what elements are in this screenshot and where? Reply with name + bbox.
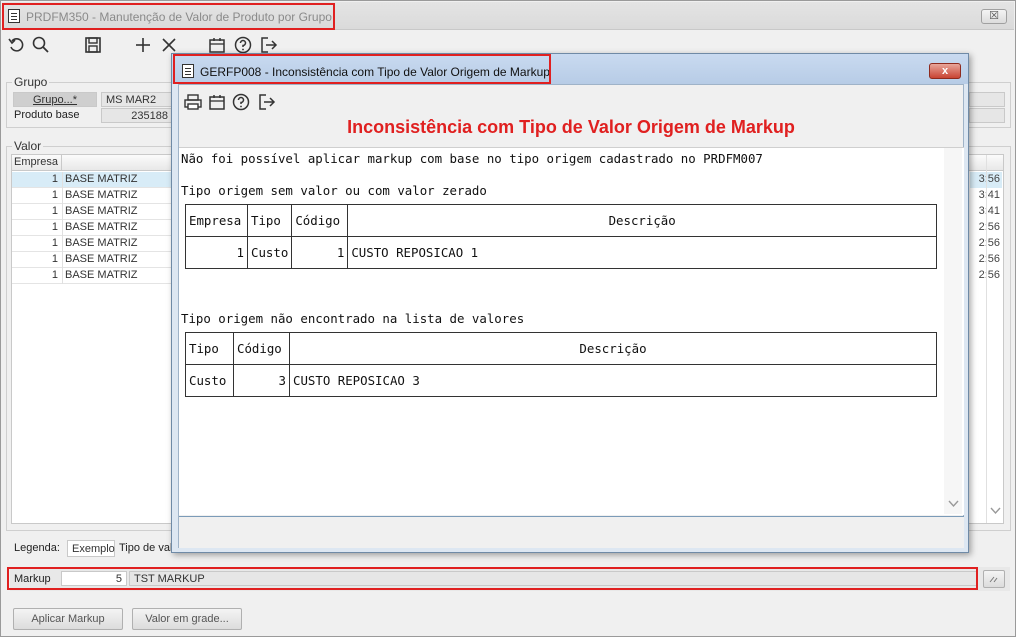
lookup-icon — [989, 576, 998, 583]
cell-nome: BASE MATRIZ — [62, 268, 172, 284]
produto-base-field[interactable]: 235188 — [101, 108, 173, 123]
message-line: Não foi possível aplicar markup com base… — [181, 151, 763, 166]
th-codigo: Código — [233, 332, 290, 365]
cell-nome: BASE MATRIZ — [62, 188, 172, 204]
exit-icon[interactable] — [259, 35, 279, 55]
close-icon[interactable] — [159, 35, 179, 55]
table-nao-encontrado: Tipo Código Descrição Custo 3 CUSTO REPO… — [185, 332, 937, 397]
cell-empresa: 1 — [51, 237, 58, 249]
chevron-down-icon[interactable] — [990, 507, 1001, 515]
add-icon[interactable] — [133, 35, 153, 55]
cell-tipo: Custo — [246, 236, 293, 269]
cell-empresa: 1 — [51, 253, 58, 265]
legenda-exemplo: Exemplo — [67, 540, 115, 557]
help-icon[interactable] — [231, 92, 251, 112]
produto-base-label: Produto base — [14, 109, 80, 121]
table-header-row: Tipo Código Descrição — [185, 332, 937, 365]
legenda-tipo-label: Tipo de val — [119, 542, 173, 554]
cell-empresa: 1 — [185, 236, 248, 269]
th-descricao: Descrição — [289, 332, 937, 365]
grid-scrollbar[interactable] — [986, 155, 1003, 523]
exit-icon[interactable] — [257, 92, 277, 112]
valor-legend: Valor — [12, 139, 44, 153]
produto-right-field — [969, 108, 1005, 123]
cell-nome: BASE MATRIZ — [62, 220, 172, 236]
table-row[interactable]: 1 BASE MATRIZ — [12, 188, 172, 204]
report-scrollbar[interactable] — [944, 148, 962, 514]
table-row[interactable]: 1 BASE MATRIZ — [12, 268, 172, 284]
dialog-close-button[interactable]: x — [929, 63, 961, 79]
cell-empresa: 1 — [51, 221, 58, 233]
markup-highlight-box — [7, 567, 978, 590]
cell-descricao: CUSTO REPOSICAO 3 — [289, 364, 937, 397]
table-row: 1 Custo 1 CUSTO REPOSICAO 1 — [185, 236, 937, 269]
grupo-legend: Grupo — [12, 75, 50, 89]
cell-codigo: 3 — [233, 364, 290, 397]
table-header-row: Empresa Tipo Código Descrição — [185, 204, 937, 237]
save-icon[interactable] — [83, 35, 103, 55]
title-highlight-box — [2, 3, 335, 30]
calendar-icon[interactable] — [207, 35, 227, 55]
dialog-title-highlight-box — [173, 54, 551, 84]
main-close-button[interactable]: ☒ — [981, 9, 1007, 24]
grupo-value-field[interactable]: MS MAR2 — [101, 92, 173, 107]
dialog-heading: Inconsistência com Tipo de Valor Origem … — [347, 117, 795, 137]
section1-title: Tipo origem sem valor ou com valor zerad… — [181, 183, 487, 198]
cell-tipo: Custo — [185, 364, 234, 397]
undo-icon[interactable] — [7, 35, 27, 55]
th-empresa: Empresa — [185, 204, 248, 237]
table-row: Custo 3 CUSTO REPOSICAO 3 — [185, 364, 937, 397]
calendar-icon[interactable] — [207, 92, 227, 112]
cell-nome: BASE MATRIZ — [62, 172, 172, 188]
grupo-button[interactable]: Grupo...* — [13, 92, 97, 107]
cell-empresa: 1 — [51, 269, 58, 281]
th-tipo: Tipo — [185, 332, 234, 365]
th-tipo: Tipo — [246, 204, 293, 237]
cell-empresa: 1 — [51, 189, 58, 201]
cell-empresa: 1 — [51, 205, 58, 217]
legenda-label: Legenda: — [14, 542, 60, 554]
valor-em-grade-button[interactable]: Valor em grade... — [132, 608, 242, 630]
report-area[interactable]: Não foi possível aplicar markup com base… — [179, 147, 964, 515]
search-icon[interactable] — [31, 35, 51, 55]
table-row[interactable]: 1 BASE MATRIZ — [12, 172, 172, 188]
th-descricao: Descrição — [347, 204, 937, 237]
col-empresa-header[interactable]: Empresa — [14, 156, 58, 168]
markup-lookup-button[interactable] — [983, 570, 1005, 588]
help-icon[interactable] — [233, 35, 253, 55]
col-divider — [61, 155, 62, 171]
table-row[interactable]: 1 BASE MATRIZ — [12, 204, 172, 220]
table-row[interactable]: 1 BASE MATRIZ — [12, 236, 172, 252]
section2-title: Tipo origem não encontrado na lista de v… — [181, 311, 525, 326]
th-codigo: Código — [291, 204, 349, 237]
grupo-right-field — [969, 92, 1005, 107]
table-sem-valor: Empresa Tipo Código Descrição 1 Custo 1 … — [185, 204, 937, 269]
table-row[interactable]: 1 BASE MATRIZ — [12, 252, 172, 268]
table-row[interactable]: 1 BASE MATRIZ — [12, 220, 172, 236]
cell-empresa: 1 — [51, 173, 58, 185]
aplicar-markup-button[interactable]: Aplicar Markup — [13, 608, 123, 630]
chevron-down-icon[interactable] — [948, 500, 959, 508]
dialog-footer — [179, 516, 964, 548]
print-icon[interactable] — [183, 92, 203, 112]
cell-codigo: 1 — [291, 236, 349, 269]
inconsistency-dialog: GERFP008 - Inconsistência com Tipo de Va… — [171, 53, 969, 553]
cell-nome: BASE MATRIZ — [62, 236, 172, 252]
dialog-body: Inconsistência com Tipo de Valor Origem … — [178, 84, 964, 548]
cell-nome: BASE MATRIZ — [62, 204, 172, 220]
cell-nome: BASE MATRIZ — [62, 252, 172, 268]
cell-descricao: CUSTO REPOSICAO 1 — [347, 236, 937, 269]
